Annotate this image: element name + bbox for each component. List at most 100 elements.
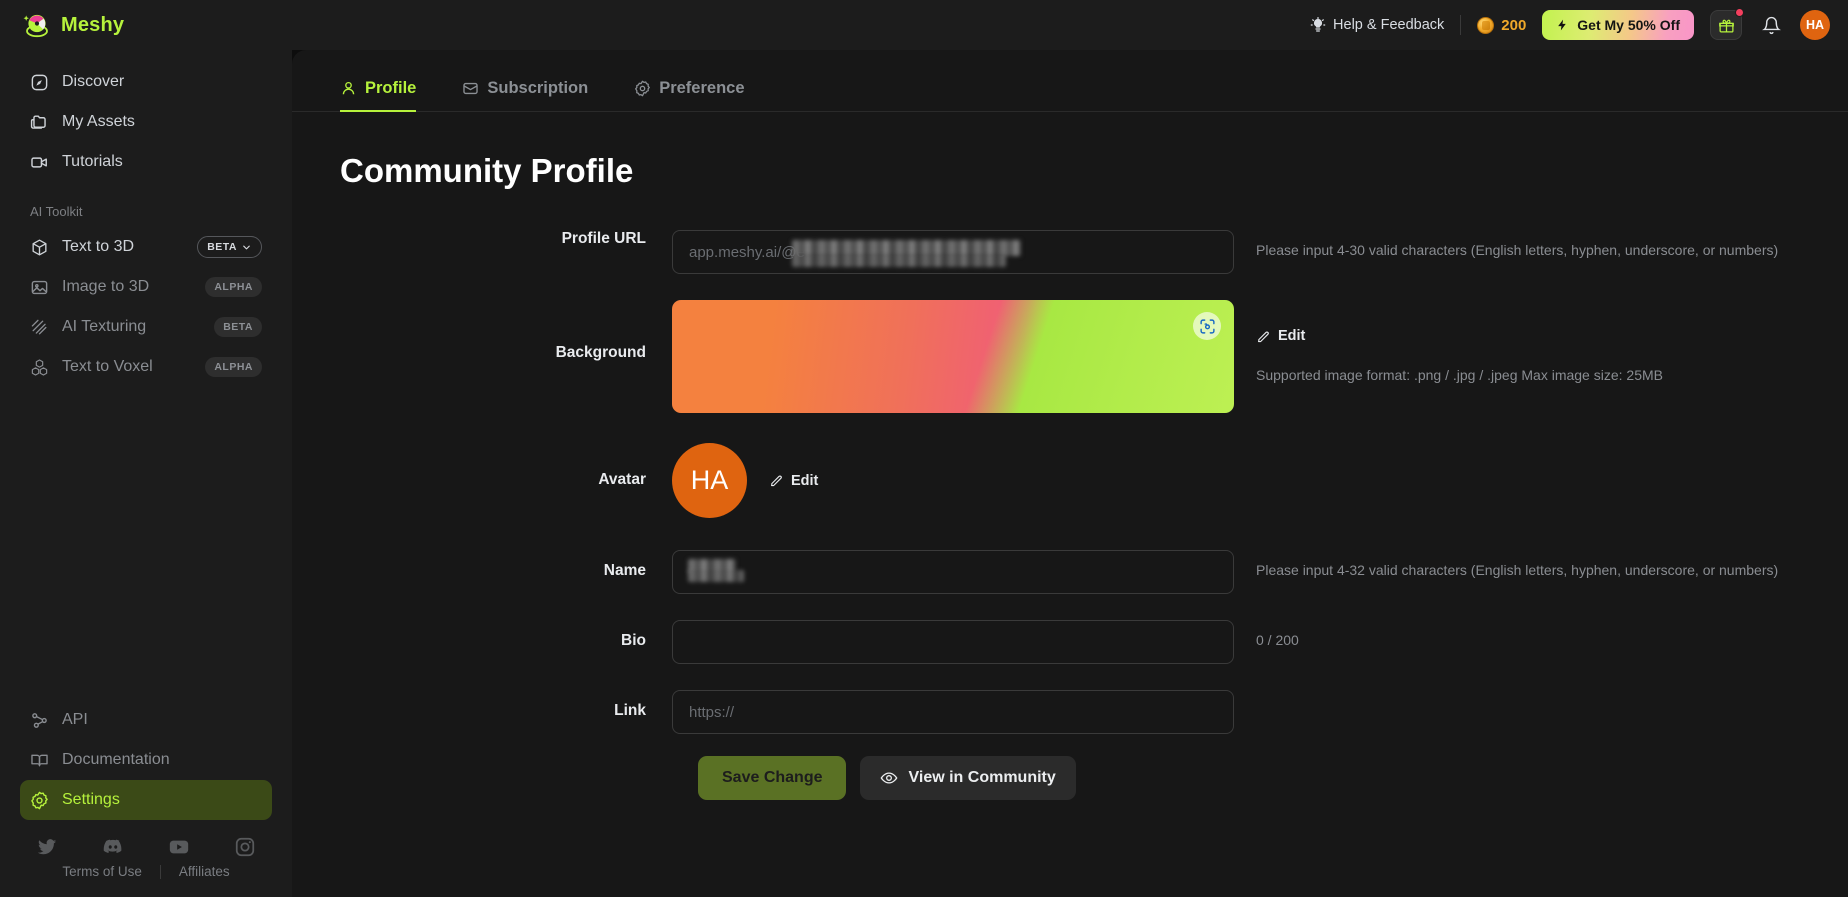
link-field — [672, 690, 1234, 734]
view-in-community-button[interactable]: View in Community — [860, 756, 1076, 800]
sidebar-item-label: Settings — [62, 791, 120, 808]
affiliates-link[interactable]: Affiliates — [179, 864, 230, 879]
beta-badge: BETA — [214, 317, 262, 337]
app-body: Discover My Assets Tutorials AI Toolkit … — [0, 50, 1848, 897]
sidebar-item-text-to-voxel[interactable]: Text to Voxel ALPHA — [20, 347, 272, 387]
sidebar-item-image-to-3d[interactable]: Image to 3D ALPHA — [20, 267, 272, 307]
alpha-badge: ALPHA — [205, 357, 262, 377]
sidebar-item-ai-texturing[interactable]: AI Texturing BETA — [20, 307, 272, 347]
texture-icon — [30, 318, 49, 337]
main-panel: Profile Subscription Preference Communit… — [292, 50, 1848, 897]
sidebar-item-label: Text to Voxel — [62, 358, 153, 375]
pencil-icon — [769, 473, 784, 488]
page-title: Community Profile — [340, 152, 634, 189]
sidebar-item-api[interactable]: API — [20, 700, 272, 740]
bio-field — [672, 620, 1234, 664]
bio-counter: 0 / 200 — [1256, 632, 1299, 648]
credits-amount: 200 — [1501, 16, 1527, 34]
background-scan-button[interactable] — [1193, 312, 1221, 340]
sidebar: Discover My Assets Tutorials AI Toolkit … — [0, 50, 292, 897]
instagram-icon[interactable] — [234, 836, 256, 858]
video-icon — [30, 153, 49, 172]
terms-of-use-link[interactable]: Terms of Use — [62, 864, 142, 879]
coin-icon — [1477, 16, 1495, 34]
background-image-preview[interactable] — [672, 300, 1234, 413]
bio-input[interactable] — [672, 620, 1234, 664]
promo-label: Get My 50% Off — [1577, 17, 1680, 33]
sidebar-item-settings[interactable]: Settings — [20, 780, 272, 820]
help-feedback-label: Help & Feedback — [1333, 17, 1445, 33]
twitter-icon[interactable] — [36, 836, 58, 858]
edit-label: Edit — [791, 472, 819, 489]
name-label: Name — [603, 562, 646, 579]
sidebar-item-tutorials[interactable]: Tutorials — [20, 142, 272, 182]
badge-label: BETA — [223, 321, 253, 333]
sidebar-item-label: Tutorials — [62, 153, 123, 170]
settings-tabs: Profile Subscription Preference — [292, 50, 1848, 112]
avatar-edit-button[interactable]: Edit — [769, 473, 818, 489]
image-icon — [30, 278, 49, 297]
sidebar-item-label: API — [62, 711, 88, 728]
background-label: Background — [555, 344, 646, 361]
name-input[interactable] — [672, 550, 1234, 594]
profile-url-label: Profile URL — [561, 230, 646, 247]
edit-label: Edit — [1278, 328, 1306, 344]
user-avatar-button[interactable]: HA — [1800, 10, 1830, 40]
sidebar-item-my-assets[interactable]: My Assets — [20, 102, 272, 142]
user-avatar-initials: HA — [1805, 18, 1825, 32]
name-helper: Please input 4-32 valid characters (Engl… — [1256, 562, 1779, 578]
sidebar-item-discover[interactable]: Discover — [20, 62, 272, 102]
profile-url-field — [672, 230, 1234, 274]
tab-profile[interactable]: Profile — [340, 79, 417, 112]
sidebar-item-documentation[interactable]: Documentation — [20, 740, 272, 780]
view-label: View in Community — [908, 769, 1056, 786]
folder-icon — [30, 113, 49, 132]
field-row-profile-url: Profile URL Please input 4-30 valid char… — [292, 230, 1848, 274]
badge-label: ALPHA — [214, 361, 253, 373]
background-side: Edit Supported image format: .png / .jpg… — [1234, 300, 1663, 383]
avatar-label: Avatar — [598, 471, 646, 488]
sidebar-section-title: AI Toolkit — [30, 204, 83, 219]
profile-url-input[interactable] — [672, 230, 1234, 274]
avatar-field: HA Edit — [672, 443, 1234, 518]
header-actions: Help & Feedback 200 Get My 50% Off HA — [1310, 8, 1830, 40]
link-input[interactable] — [672, 690, 1234, 734]
badge-label: ALPHA — [214, 281, 253, 293]
sidebar-item-label: My Assets — [62, 113, 135, 130]
background-edit-button[interactable]: Edit — [1256, 328, 1305, 344]
sidebar-item-text-to-3d[interactable]: Text to 3D BETA — [20, 227, 272, 267]
brand-logo-link[interactable]: Meshy — [22, 10, 124, 40]
credits-button[interactable]: 200 — [1477, 16, 1527, 34]
avatar-preview[interactable]: HA — [672, 443, 747, 518]
sidebar-item-label: Image to 3D — [62, 278, 150, 295]
get-discount-button[interactable]: Get My 50% Off — [1542, 10, 1694, 40]
brand-name: Meshy — [61, 13, 125, 36]
sidebar-item-label: Discover — [62, 73, 125, 90]
chevron-down-icon — [241, 242, 252, 253]
discord-icon[interactable] — [102, 836, 124, 858]
bio-label: Bio — [621, 632, 646, 649]
tab-label: Preference — [659, 79, 745, 97]
beta-badge[interactable]: BETA — [197, 236, 262, 258]
tab-label: Profile — [365, 79, 417, 97]
help-feedback-button[interactable]: Help & Feedback — [1310, 17, 1444, 33]
save-label: Save Change — [722, 769, 823, 786]
tab-preference[interactable]: Preference — [634, 79, 745, 111]
gift-button[interactable] — [1710, 8, 1744, 40]
youtube-icon[interactable] — [168, 836, 190, 858]
social-links — [0, 820, 292, 864]
app-root: Meshy Help & Feedback 200 Get My 50% Off… — [0, 0, 1848, 897]
tab-subscription[interactable]: Subscription — [462, 79, 588, 111]
notifications-button[interactable] — [1758, 12, 1784, 38]
notification-dot — [1735, 8, 1744, 17]
sidebar-item-label: Documentation — [62, 751, 170, 768]
sidebar-item-label: AI Texturing — [62, 318, 147, 335]
profile-url-helper: Please input 4-30 valid characters (Engl… — [1256, 242, 1779, 258]
field-row-link: Link — [292, 690, 1848, 734]
field-row-bio: Bio 0 / 200 — [292, 620, 1848, 664]
bell-icon — [1761, 16, 1781, 35]
save-change-button[interactable]: Save Change — [698, 756, 847, 800]
cube-icon — [30, 238, 49, 257]
gear-icon — [634, 80, 651, 97]
